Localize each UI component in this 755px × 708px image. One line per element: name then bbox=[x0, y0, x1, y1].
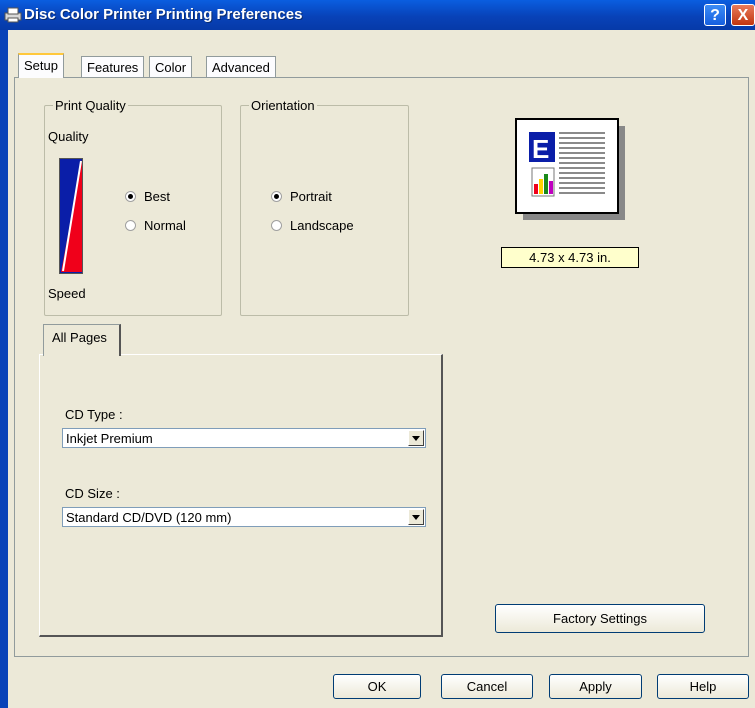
document-preview-icon: E bbox=[515, 118, 625, 220]
print-quality-legend: Print Quality bbox=[53, 98, 128, 113]
preview-letter: E bbox=[532, 134, 549, 164]
orientation-legend: Orientation bbox=[249, 98, 317, 113]
help-title-button[interactable]: ? bbox=[704, 4, 726, 26]
cd-type-label: CD Type : bbox=[65, 407, 123, 422]
print-quality-group: Print Quality Quality Best Normal Speed bbox=[44, 98, 222, 316]
quality-normal-radio[interactable]: Normal bbox=[125, 218, 186, 233]
close-button[interactable]: X bbox=[731, 4, 755, 26]
cd-type-select[interactable]: Inkjet Premium bbox=[62, 428, 426, 448]
factory-settings-button[interactable]: Factory Settings bbox=[495, 604, 705, 633]
window-title: Disc Color Printer Printing Preferences bbox=[24, 6, 303, 23]
tab-features[interactable]: Features bbox=[81, 56, 145, 78]
portrait-label: Portrait bbox=[290, 189, 332, 204]
cd-size-value: Standard CD/DVD (120 mm) bbox=[66, 510, 232, 525]
speed-label: Speed bbox=[48, 286, 86, 301]
orientation-group: Orientation Portrait Landscape bbox=[240, 98, 409, 316]
best-radio-indicator bbox=[125, 191, 136, 202]
quality-label: Quality bbox=[48, 129, 89, 144]
paper-size-label: 4.73 x 4.73 in. bbox=[501, 247, 639, 268]
landscape-radio[interactable]: Landscape bbox=[271, 218, 354, 233]
tab-setup[interactable]: Setup bbox=[18, 53, 64, 78]
tab-color[interactable]: Color bbox=[149, 56, 193, 78]
landscape-radio-indicator bbox=[271, 220, 282, 231]
normal-label: Normal bbox=[144, 218, 186, 233]
printer-icon bbox=[4, 7, 22, 23]
window-frame bbox=[0, 30, 8, 708]
landscape-label: Landscape bbox=[290, 218, 354, 233]
quality-speed-slider[interactable] bbox=[59, 158, 83, 274]
normal-radio-indicator bbox=[125, 220, 136, 231]
title-bar[interactable]: Disc Color Printer Printing Preferences … bbox=[0, 0, 755, 30]
quality-best-radio[interactable]: Best bbox=[125, 189, 170, 204]
best-label: Best bbox=[144, 189, 171, 204]
cd-size-label: CD Size : bbox=[65, 486, 120, 501]
cd-size-select[interactable]: Standard CD/DVD (120 mm) bbox=[62, 507, 426, 527]
chevron-down-icon[interactable] bbox=[408, 509, 424, 525]
ok-button[interactable]: OK bbox=[333, 674, 421, 699]
chevron-down-icon[interactable] bbox=[408, 430, 424, 446]
setup-panel: Print Quality Quality Best Normal Speed … bbox=[14, 77, 749, 657]
portrait-radio-indicator bbox=[271, 191, 282, 202]
tab-all-pages[interactable]: All Pages bbox=[43, 324, 121, 356]
cancel-button[interactable]: Cancel bbox=[441, 674, 533, 699]
tab-advanced[interactable]: Advanced bbox=[206, 56, 276, 78]
apply-button[interactable]: Apply bbox=[549, 674, 642, 699]
help-button[interactable]: Help bbox=[657, 674, 749, 699]
all-pages-panel: CD Type : Inkjet Premium CD Size : Stand… bbox=[39, 354, 443, 637]
cd-type-value: Inkjet Premium bbox=[66, 431, 153, 446]
portrait-radio[interactable]: Portrait bbox=[271, 189, 332, 204]
